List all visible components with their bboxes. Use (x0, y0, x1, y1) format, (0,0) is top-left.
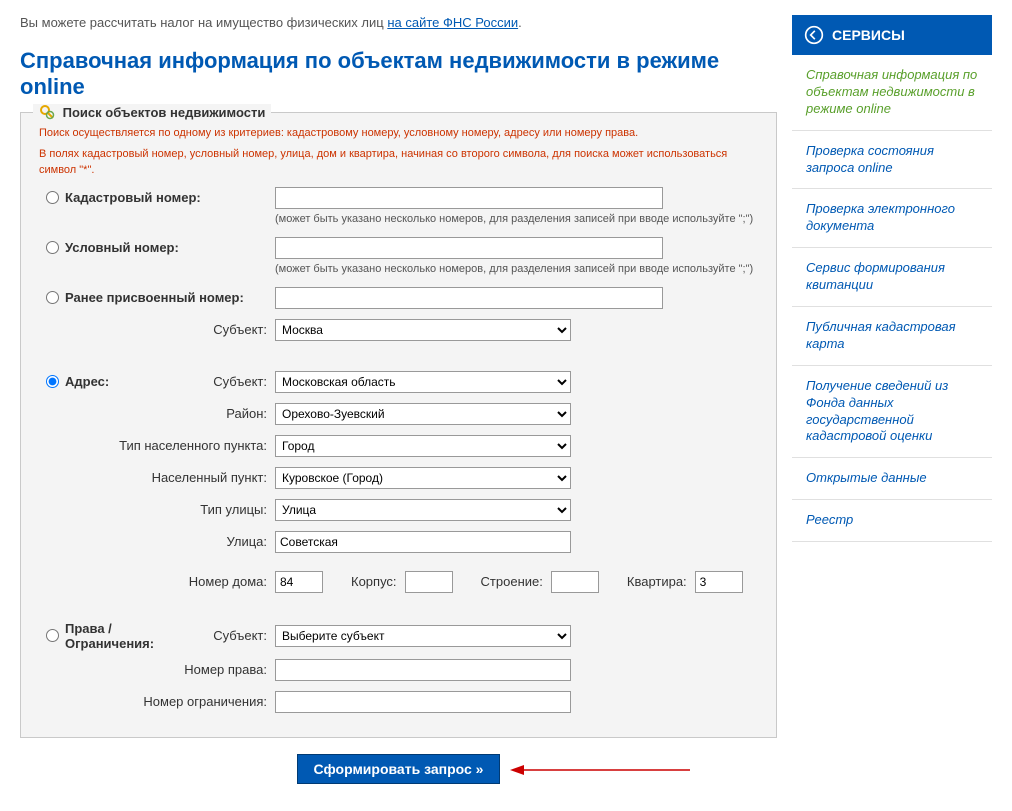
label-street: Улица: (65, 534, 275, 549)
sidebar-item-2[interactable]: Проверка электронного документа (792, 189, 992, 248)
select-rights-subj[interactable]: Выберите субъект (275, 625, 571, 647)
select-nptype[interactable]: Город (275, 435, 571, 457)
input-korpus[interactable] (405, 571, 453, 593)
panel-header: Поиск объектов недвижимости (33, 104, 271, 120)
page-title: Справочная информация по объектам недвиж… (20, 48, 777, 100)
sidebar-item-4[interactable]: Публичная кадастровая карта (792, 307, 992, 366)
hint-kadastr: (может быть указано несколько номеров, д… (275, 213, 758, 225)
label-addr-subj: Субъект: (135, 374, 275, 389)
label-kadastr: Кадастровый номер: (65, 190, 275, 205)
sidebar-header-text: СЕРВИСЫ (832, 27, 905, 43)
input-limitno[interactable] (275, 691, 571, 713)
label-rightno: Номер права: (65, 662, 275, 677)
radio-address[interactable] (46, 375, 59, 388)
panel-title-text: Поиск объектов недвижимости (63, 105, 266, 120)
top-note: Вы можете рассчитать налог на имущество … (20, 15, 777, 30)
sidebar: СЕРВИСЫ Справочная информация по объекта… (792, 15, 992, 796)
label-sttype: Тип улицы: (65, 502, 275, 517)
top-note-prefix: Вы можете рассчитать налог на имущество … (20, 15, 387, 30)
label-kvartira: Квартира: (627, 574, 687, 589)
label-stroenie: Строение: (481, 574, 543, 589)
label-uslovny: Условный номер: (65, 240, 275, 255)
hint-uslovny: (может быть указано несколько номеров, д… (275, 263, 758, 275)
select-sttype[interactable]: Улица (275, 499, 571, 521)
label-prev-subj: Субъект: (65, 322, 275, 337)
radio-prev[interactable] (46, 291, 59, 304)
label-rayon: Район: (65, 406, 275, 421)
warning-1: Поиск осуществляется по одному из критер… (39, 125, 758, 142)
input-stroenie[interactable] (551, 571, 599, 593)
label-prev: Ранее присвоенный номер: (65, 290, 275, 305)
sidebar-item-0[interactable]: Справочная информация по объектам недвиж… (792, 55, 992, 131)
select-np[interactable]: Куровское (Город) (275, 467, 571, 489)
sidebar-item-5[interactable]: Получение сведений из Фонда данных госуд… (792, 366, 992, 459)
search-panel: Поиск объектов недвижимости Поиск осущес… (20, 112, 777, 738)
top-note-suffix: . (518, 15, 522, 30)
input-street[interactable] (275, 531, 571, 553)
label-np: Населенный пункт: (65, 470, 275, 485)
input-house[interactable] (275, 571, 323, 593)
pointer-arrow-icon (510, 760, 690, 780)
warning-2: В полях кадастровый номер, условный номе… (39, 146, 758, 179)
sidebar-header[interactable]: СЕРВИСЫ (792, 15, 992, 55)
radio-kadastr[interactable] (46, 191, 59, 204)
label-rights: Права / Ограничения: (65, 621, 200, 651)
search-property-icon (39, 104, 55, 120)
select-rayon[interactable]: Орехово-Зуевский (275, 403, 571, 425)
label-house: Номер дома: (65, 574, 275, 589)
input-prev[interactable] (275, 287, 663, 309)
sidebar-item-6[interactable]: Открытые данные (792, 458, 992, 500)
arrow-left-circle-icon (804, 25, 824, 45)
radio-rights[interactable] (46, 629, 59, 642)
label-korpus: Корпус: (351, 574, 397, 589)
select-prev-subj[interactable]: Москва (275, 319, 571, 341)
sidebar-item-3[interactable]: Сервис формирования квитанции (792, 248, 992, 307)
input-kadastr[interactable] (275, 187, 663, 209)
label-rights-subj: Субъект: (200, 628, 275, 643)
fns-link[interactable]: на сайте ФНС России (387, 15, 518, 30)
label-nptype: Тип населенного пункта: (65, 438, 275, 453)
input-rightno[interactable] (275, 659, 571, 681)
select-addr-subj[interactable]: Московская область (275, 371, 571, 393)
label-address: Адрес: (65, 374, 135, 389)
radio-uslovny[interactable] (46, 241, 59, 254)
input-uslovny[interactable] (275, 237, 663, 259)
sidebar-item-1[interactable]: Проверка состояния запроса online (792, 131, 992, 190)
input-kvartira[interactable] (695, 571, 743, 593)
sidebar-item-7[interactable]: Реестр (792, 500, 992, 542)
submit-button[interactable]: Сформировать запрос » (297, 754, 501, 784)
label-limitno: Номер ограничения: (65, 694, 275, 709)
